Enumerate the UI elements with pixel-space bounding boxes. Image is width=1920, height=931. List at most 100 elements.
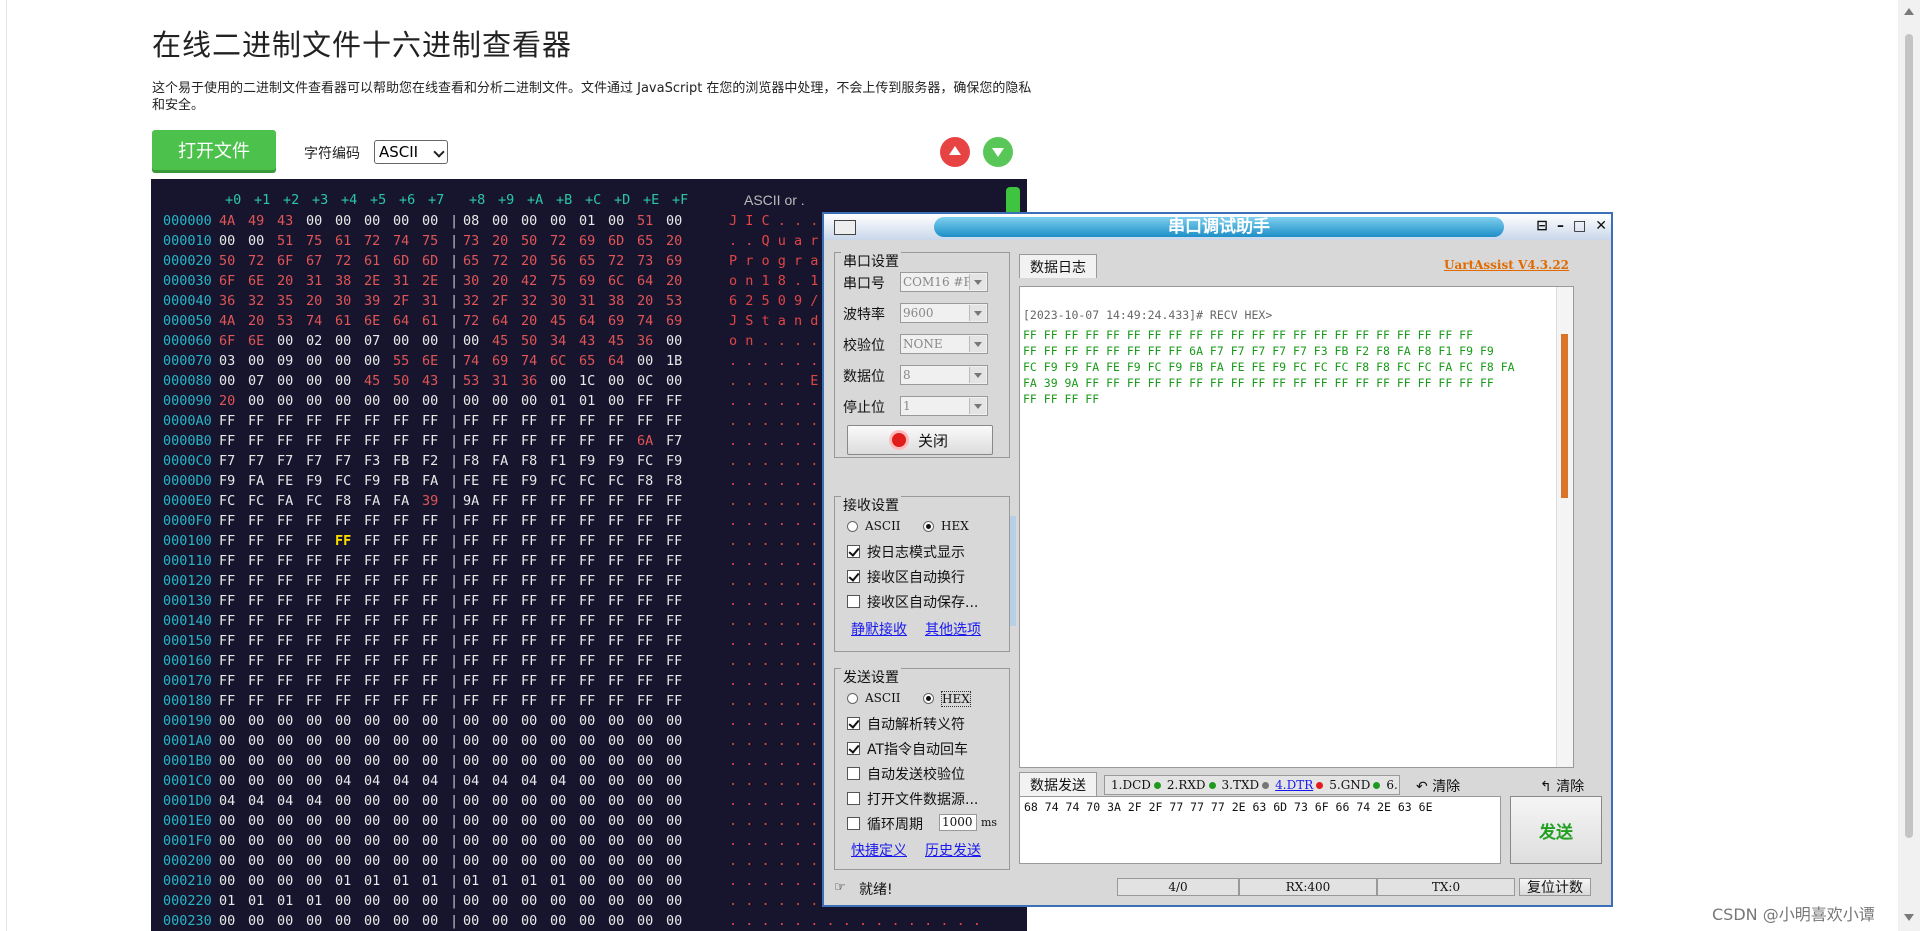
hex-byte[interactable]: 45 bbox=[550, 313, 574, 329]
hex-byte[interactable]: 00 bbox=[219, 913, 243, 929]
hex-byte[interactable]: 00 bbox=[422, 893, 446, 909]
hex-byte[interactable]: 04 bbox=[521, 773, 545, 789]
hex-byte[interactable]: 00 bbox=[608, 793, 632, 809]
hex-byte[interactable]: FF bbox=[521, 533, 545, 549]
hex-byte[interactable]: FF bbox=[666, 593, 690, 609]
hex-byte[interactable]: 00 bbox=[335, 373, 359, 389]
hex-byte[interactable]: 04 bbox=[463, 773, 487, 789]
hex-byte[interactable]: 01 bbox=[393, 873, 417, 889]
hex-byte[interactable]: 6D bbox=[393, 253, 417, 269]
hex-byte[interactable]: FF bbox=[277, 433, 301, 449]
hex-byte[interactable]: 00 bbox=[608, 873, 632, 889]
hex-byte[interactable]: FF bbox=[277, 693, 301, 709]
hex-byte[interactable]: 69 bbox=[579, 233, 603, 249]
hex-byte[interactable]: 6F bbox=[219, 333, 243, 349]
hex-byte[interactable]: 45 bbox=[364, 373, 388, 389]
hex-byte[interactable]: FF bbox=[335, 613, 359, 629]
clear-send-button[interactable]: ↶ 清除 bbox=[1416, 776, 1460, 796]
hex-byte[interactable]: FF bbox=[550, 553, 574, 569]
hex-byte[interactable]: 00 bbox=[463, 913, 487, 929]
recv-ascii-radio[interactable] bbox=[847, 521, 858, 532]
hex-byte[interactable]: 01 bbox=[277, 893, 301, 909]
send-file-checkbox[interactable] bbox=[847, 792, 860, 805]
hex-byte[interactable]: 04 bbox=[277, 793, 301, 809]
hex-byte[interactable]: 00 bbox=[306, 733, 330, 749]
hex-byte[interactable]: 00 bbox=[306, 913, 330, 929]
send-ascii-radio[interactable] bbox=[847, 693, 858, 704]
hex-byte[interactable]: 72 bbox=[492, 253, 516, 269]
scroll-down-button[interactable] bbox=[983, 137, 1013, 167]
hex-byte[interactable]: 00 bbox=[306, 713, 330, 729]
hex-byte[interactable]: FF bbox=[306, 693, 330, 709]
hex-byte[interactable]: 00 bbox=[364, 893, 388, 909]
hex-byte[interactable]: FF bbox=[463, 553, 487, 569]
hex-byte[interactable]: FF bbox=[637, 533, 661, 549]
hex-byte[interactable]: 01 bbox=[550, 393, 574, 409]
hex-byte[interactable]: 4A bbox=[219, 213, 243, 229]
hex-byte[interactable]: FE bbox=[492, 473, 516, 489]
hex-byte[interactable]: 00 bbox=[637, 793, 661, 809]
hex-byte[interactable]: FF bbox=[463, 413, 487, 429]
receive-log-area[interactable]: [2023-10-07 14:49:24.433]# RECV HEX> FF … bbox=[1019, 286, 1574, 768]
hex-byte[interactable]: FF bbox=[335, 693, 359, 709]
hex-byte[interactable]: FF bbox=[666, 553, 690, 569]
hex-byte[interactable]: FF bbox=[666, 413, 690, 429]
hex-byte[interactable]: 31 bbox=[393, 273, 417, 289]
hex-byte[interactable]: 00 bbox=[335, 353, 359, 369]
hex-byte[interactable]: FF bbox=[248, 553, 272, 569]
hex-byte[interactable]: 2F bbox=[492, 293, 516, 309]
hex-byte[interactable]: FF bbox=[579, 493, 603, 509]
hex-byte[interactable]: 64 bbox=[579, 313, 603, 329]
hex-byte[interactable]: 00 bbox=[306, 813, 330, 829]
hex-byte[interactable]: 00 bbox=[637, 853, 661, 869]
hex-byte[interactable]: 00 bbox=[393, 793, 417, 809]
hex-byte[interactable]: FF bbox=[306, 673, 330, 689]
hex-byte[interactable]: 00 bbox=[277, 733, 301, 749]
hex-byte[interactable]: FF bbox=[335, 413, 359, 429]
hex-byte[interactable]: 00 bbox=[463, 713, 487, 729]
hex-byte[interactable]: 04 bbox=[219, 793, 243, 809]
hex-byte[interactable]: 00 bbox=[521, 753, 545, 769]
hex-byte[interactable]: 2E bbox=[364, 273, 388, 289]
hex-byte[interactable]: FF bbox=[579, 593, 603, 609]
hex-byte[interactable]: 00 bbox=[521, 713, 545, 729]
collapse-panel-icon[interactable] bbox=[1010, 516, 1016, 626]
hex-byte[interactable]: FF bbox=[335, 553, 359, 569]
hex-byte[interactable]: 00 bbox=[335, 333, 359, 349]
hex-byte[interactable]: FF bbox=[666, 633, 690, 649]
close-port-button[interactable]: 关闭 bbox=[847, 425, 993, 455]
hex-byte[interactable]: 64 bbox=[637, 273, 661, 289]
hex-byte[interactable]: 00 bbox=[248, 713, 272, 729]
hex-byte[interactable]: 00 bbox=[608, 833, 632, 849]
hex-byte[interactable]: F7 bbox=[335, 453, 359, 469]
hex-byte[interactable]: FF bbox=[306, 653, 330, 669]
hex-byte[interactable]: FF bbox=[521, 553, 545, 569]
hex-byte[interactable]: FF bbox=[219, 553, 243, 569]
hex-byte[interactable]: FF bbox=[335, 513, 359, 529]
hex-byte[interactable]: 00 bbox=[463, 853, 487, 869]
arrow-up-icon[interactable] bbox=[1904, 8, 1914, 15]
hex-byte[interactable]: 00 bbox=[393, 713, 417, 729]
hex-byte[interactable]: 00 bbox=[463, 793, 487, 809]
hex-byte[interactable]: 00 bbox=[219, 773, 243, 789]
hex-byte[interactable]: 00 bbox=[335, 713, 359, 729]
hex-byte[interactable]: F8 bbox=[463, 453, 487, 469]
hex-byte[interactable]: FF bbox=[219, 653, 243, 669]
hex-byte[interactable]: 00 bbox=[608, 713, 632, 729]
hex-byte[interactable]: 00 bbox=[550, 373, 574, 389]
hex-byte[interactable]: 00 bbox=[579, 873, 603, 889]
recv-hex-radio[interactable] bbox=[923, 521, 934, 532]
hex-byte[interactable]: 00 bbox=[393, 393, 417, 409]
hex-byte[interactable]: 00 bbox=[248, 733, 272, 749]
hex-byte[interactable]: 6C bbox=[608, 273, 632, 289]
hex-byte[interactable]: FF bbox=[608, 533, 632, 549]
hex-byte[interactable]: 00 bbox=[219, 733, 243, 749]
hex-byte[interactable]: FF bbox=[550, 633, 574, 649]
hex-byte[interactable]: 00 bbox=[608, 213, 632, 229]
port-select[interactable]: COM16 #P bbox=[900, 272, 988, 292]
hex-byte[interactable]: FF bbox=[492, 633, 516, 649]
hex-byte[interactable]: 00 bbox=[393, 813, 417, 829]
hex-byte[interactable]: 43 bbox=[277, 213, 301, 229]
hex-byte[interactable]: 20 bbox=[666, 273, 690, 289]
pin-indicator[interactable]: 6. bbox=[1386, 778, 1397, 792]
